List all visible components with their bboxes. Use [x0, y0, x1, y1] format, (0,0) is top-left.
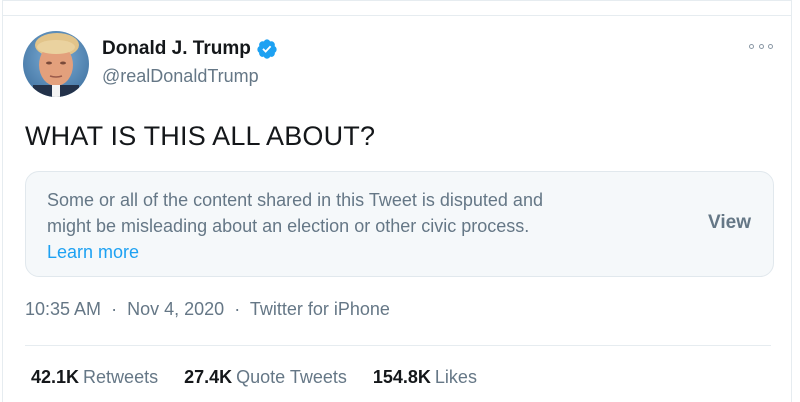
retweets-count: 42.1K: [31, 367, 80, 387]
avatar[interactable]: [23, 31, 89, 97]
view-button[interactable]: View: [708, 212, 751, 234]
divider: [25, 345, 771, 346]
verified-badge-icon: [256, 38, 278, 60]
tweet-card: Donald J. Trump @realDonaldTrump WHAT IS…: [2, 0, 792, 402]
tweet-text: WHAT IS THIS ALL ABOUT?: [25, 121, 376, 151]
tweet-meta: 10:35 AM · Nov 4, 2020 · Twitter for iPh…: [25, 299, 390, 320]
tweet-time[interactable]: 10:35 AM: [25, 299, 101, 319]
meta-separator: ·: [229, 299, 246, 319]
notice-text: Some or all of the content shared in thi…: [47, 187, 677, 265]
likes-count: 154.8K: [372, 367, 431, 387]
author-name-row: Donald J. Trump: [102, 38, 278, 60]
retweets-stat[interactable]: 42.1K Retweets: [31, 367, 158, 388]
notice-line-1: Some or all of the content shared in thi…: [47, 190, 543, 210]
retweets-label: Retweets: [83, 367, 159, 387]
notice-line-2: might be misleading about an election or…: [47, 216, 530, 236]
likes-stat[interactable]: 154.8K Likes: [373, 367, 477, 388]
engagement-stats: 42.1K Retweets 27.4K Quote Tweets 154.8K Li…: [31, 367, 503, 388]
learn-more-link[interactable]: Learn more: [47, 242, 139, 262]
previous-tweet-edge: [3, 1, 791, 16]
more-options-icon[interactable]: [749, 39, 773, 53]
avatar-image: [23, 31, 89, 97]
meta-separator: ·: [106, 299, 123, 319]
likes-label: Likes: [434, 367, 477, 387]
author-handle[interactable]: @realDonaldTrump: [102, 66, 259, 87]
quote-tweets-stat[interactable]: 27.4K Quote Tweets: [184, 367, 347, 388]
author-name[interactable]: Donald J. Trump: [102, 38, 251, 60]
quote-tweets-count: 27.4K: [184, 367, 233, 387]
tweet-date[interactable]: Nov 4, 2020: [127, 299, 224, 319]
tweet-source[interactable]: Twitter for iPhone: [250, 299, 390, 319]
quote-tweets-label: Quote Tweets: [236, 367, 347, 387]
disputed-notice[interactable]: Some or all of the content shared in thi…: [25, 171, 774, 277]
